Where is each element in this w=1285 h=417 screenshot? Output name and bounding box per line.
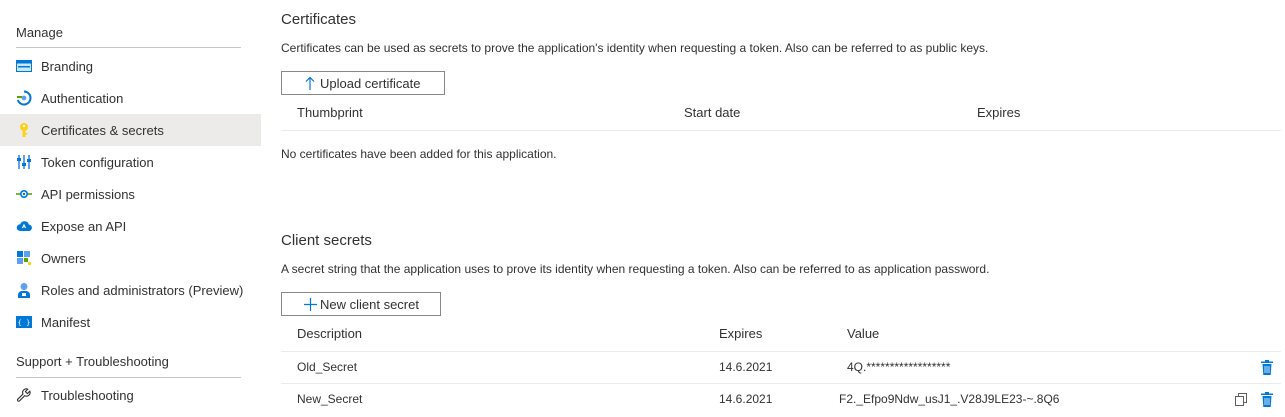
sidebar-item-api-permissions[interactable]: API permissions <box>0 178 261 210</box>
main-content: Certificates Certificates can be used as… <box>281 0 1281 417</box>
secret-description: New_Secret <box>297 392 363 406</box>
sidebar-item-manifest[interactable]: { } Manifest <box>0 306 261 338</box>
owners-icon <box>16 250 32 266</box>
sidebar-item-label: Troubleshooting <box>41 387 134 403</box>
sidebar-item-label: Expose an API <box>41 218 127 234</box>
client-secrets-title: Client secrets <box>281 232 372 249</box>
certificates-title: Certificates <box>281 11 357 28</box>
certificates-description: Certificates can be used as secrets to p… <box>281 41 989 55</box>
trash-icon[interactable] <box>1259 391 1275 407</box>
sidebar-item-certificates-secrets[interactable]: Certificates & secrets <box>0 114 261 146</box>
support-heading: Support + Troubleshooting <box>16 354 169 369</box>
new-client-secret-label: New client secret <box>320 296 419 312</box>
sidebar-item-label: Roles and administrators (Preview) <box>41 282 244 298</box>
sidebar-item-token-configuration[interactable]: Token configuration <box>0 146 261 178</box>
manifest-icon: { } <box>16 314 32 330</box>
sidebar-item-label: Branding <box>41 58 94 74</box>
plus-icon <box>303 296 317 312</box>
manage-heading: Manage <box>16 25 63 40</box>
manage-divider <box>16 47 241 48</box>
sidebar-item-label: Token configuration <box>41 154 154 170</box>
secret-description: Old_Secret <box>297 360 358 374</box>
authentication-icon <box>16 90 32 106</box>
sidebar-item-authentication[interactable]: Authentication <box>0 82 261 114</box>
sidebar-item-owners[interactable]: Owners <box>0 242 261 274</box>
upload-certificate-button[interactable]: Upload certificate <box>281 71 445 95</box>
key-icon <box>16 122 32 138</box>
sidebar-item-label: Certificates & secrets <box>41 122 164 138</box>
secret-value: 4Q.****************** <box>847 360 951 374</box>
new-client-secret-button[interactable]: New client secret <box>281 292 441 316</box>
column-header-description: Description <box>297 326 363 341</box>
sidebar-item-label: Manifest <box>41 314 91 330</box>
sidebar-item-branding[interactable]: Branding <box>0 50 261 82</box>
branding-icon <box>16 58 32 74</box>
wrench-icon <box>16 387 32 403</box>
support-divider <box>16 377 241 378</box>
cloud-icon <box>16 218 32 234</box>
column-header-expires: Expires <box>719 326 763 341</box>
upload-icon <box>303 75 317 91</box>
client-secrets-description: A secret string that the application use… <box>281 262 990 276</box>
upload-certificate-label: Upload certificate <box>320 75 421 91</box>
table-header-divider <box>281 351 1281 352</box>
table-row-divider <box>281 383 1281 384</box>
roles-icon <box>16 282 32 298</box>
column-header-thumbprint: Thumbprint <box>297 105 363 120</box>
sidebar-item-label: Owners <box>41 250 86 266</box>
token-configuration-icon <box>16 154 32 170</box>
copy-icon[interactable] <box>1233 391 1249 407</box>
sidebar-item-roles-administrators[interactable]: Roles and administrators (Preview) <box>0 274 261 306</box>
column-header-expires: Expires <box>977 105 1021 120</box>
sidebar-item-expose-an-api[interactable]: Expose an API <box>0 210 261 242</box>
sidebar-item-label: Authentication <box>41 90 124 106</box>
sidebar: Manage Branding Authentication Certifica… <box>0 0 261 417</box>
trash-icon[interactable] <box>1259 359 1275 375</box>
api-permissions-icon <box>16 186 32 202</box>
table-header-divider <box>281 130 1281 131</box>
sidebar-item-troubleshooting[interactable]: Troubleshooting <box>0 379 261 411</box>
secret-value: F2._Efpo9Ndw_usJ1_.V28J9LE23-~.8Q6 <box>839 392 1060 406</box>
secret-expires: 14.6.2021 <box>719 360 773 374</box>
column-header-value: Value <box>847 326 880 341</box>
column-header-start-date: Start date <box>684 105 741 120</box>
secret-expires: 14.6.2021 <box>719 392 773 406</box>
certificates-empty-message: No certificates have been added for this… <box>281 147 557 161</box>
svg-text:{ }: { } <box>18 319 31 327</box>
sidebar-item-label: API permissions <box>41 186 135 202</box>
